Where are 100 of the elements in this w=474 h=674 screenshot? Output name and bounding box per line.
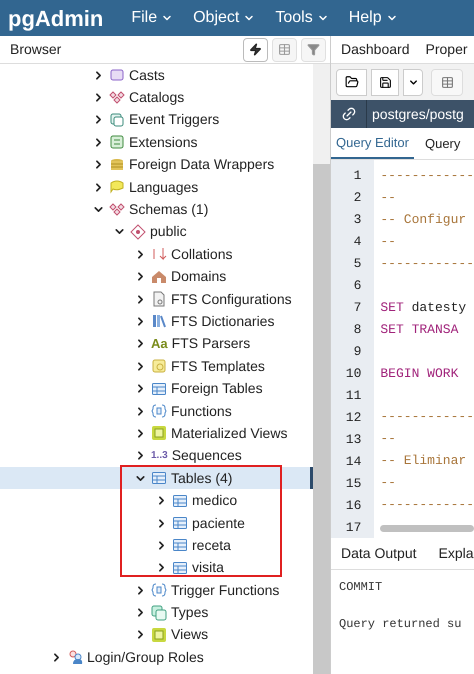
code-line: ------------: [380, 496, 474, 514]
output-message: Query returned su: [339, 616, 462, 633]
tree-item[interactable]: receta: [0, 534, 313, 557]
function-icon: [151, 582, 167, 598]
sort-icon: [151, 246, 167, 262]
stack-icon: [109, 156, 125, 173]
diamonds-icon: [109, 202, 125, 218]
tree-item[interactable]: public: [0, 220, 313, 244]
tab[interactable]: Expla: [438, 543, 474, 564]
line-number: 9: [354, 343, 362, 361]
tree-item[interactable]: 1..3 Sequences: [0, 444, 313, 468]
line-number: 3: [354, 211, 362, 229]
tree-item[interactable]: Materialized Views: [0, 422, 313, 445]
table-icon: [172, 515, 188, 531]
tree-item[interactable]: Catalogs: [0, 86, 313, 109]
table-icon: [172, 537, 188, 554]
dropdown-button[interactable]: [403, 68, 423, 96]
horizontal-scrollbar[interactable]: [380, 525, 474, 532]
tab[interactable]: Proper: [426, 39, 468, 60]
tab[interactable]: Query: [420, 128, 466, 159]
save-icon: [378, 76, 392, 88]
line-number: 1: [354, 167, 362, 185]
tree-item[interactable]: Views: [0, 624, 313, 646]
code-line: SET datesty: [380, 298, 466, 317]
panel-title: Browser: [10, 40, 62, 59]
tree-item[interactable]: Schemas (1): [0, 198, 313, 221]
line-number: 16: [346, 497, 362, 515]
tree-item[interactable]: Languages: [0, 176, 313, 198]
code-line: --: [380, 189, 396, 207]
tree-item[interactable]: Trigger Functions: [0, 578, 313, 602]
line-number: 12: [346, 409, 362, 427]
scrollbar[interactable]: [313, 64, 330, 674]
tree-item[interactable]: FTS Dictionaries: [0, 310, 313, 333]
tree-item[interactable]: Foreign Tables: [0, 377, 313, 400]
line-number: 4: [354, 233, 362, 251]
tab[interactable]: Dashboard: [341, 39, 410, 60]
squares-icon: [151, 604, 167, 621]
code-line: --: [380, 474, 396, 492]
open-file-button[interactable]: [336, 68, 367, 96]
tree-item[interactable]: Tables (4): [0, 467, 313, 490]
table-icon: [151, 380, 167, 397]
toolbar-button[interactable]: [243, 38, 268, 62]
line-number: 17: [346, 519, 362, 537]
tree-item[interactable]: Foreign Data Wrappers: [0, 154, 313, 176]
line-number: 11: [346, 387, 362, 405]
menu-button[interactable]: Help: [348, 6, 398, 30]
code-line: --: [380, 430, 396, 448]
parser-icon: Aa: [151, 337, 168, 350]
tree-item[interactable]: Types: [0, 601, 313, 624]
line-number: 2: [354, 189, 362, 207]
tree-item[interactable]: Functions: [0, 400, 313, 422]
code-line: SET TRANSA: [380, 320, 458, 339]
output-message: COMMIT: [339, 579, 382, 596]
tree-item[interactable]: medico: [0, 489, 313, 512]
tab[interactable]: Data Output: [341, 543, 416, 564]
line-number: 6: [354, 277, 362, 295]
line-number: 15: [346, 475, 362, 493]
menu-button[interactable]: Object: [193, 6, 256, 30]
code-line: -- Configur: [380, 211, 466, 229]
diamond-icon: [130, 224, 146, 240]
line-number: 13: [346, 431, 362, 449]
connection-label: postgres/postg: [371, 104, 464, 124]
tree-item[interactable]: Login/Group Roles: [0, 646, 313, 669]
books-icon: [151, 313, 167, 330]
tree-item[interactable]: visita: [0, 556, 313, 579]
tables-icon: [151, 470, 167, 486]
folder-icon: [344, 75, 358, 89]
tree-item[interactable]: Casts: [0, 64, 313, 86]
function-icon: [151, 403, 167, 420]
tree-item[interactable]: FTS Configurations: [0, 288, 313, 310]
tree-item[interactable]: FTS Templates: [0, 355, 313, 378]
save-button[interactable]: [371, 68, 399, 96]
line-number: 7: [354, 299, 362, 317]
users-icon: [67, 649, 83, 666]
line-number: 14: [346, 453, 362, 471]
menu-button[interactable]: File: [131, 6, 174, 30]
grid-icon: [278, 43, 291, 56]
house-icon: [151, 268, 167, 285]
tree-item[interactable]: Collations: [0, 243, 313, 266]
code-line: -- Eliminar: [380, 452, 466, 470]
tree-item[interactable]: Domains: [0, 266, 313, 288]
filter-icon: [307, 43, 320, 56]
tree-item[interactable]: Extensions: [0, 131, 313, 154]
code-line: ------------: [380, 408, 474, 426]
sequence-icon: 1..3: [151, 450, 168, 461]
code-line: --: [380, 233, 396, 251]
tree-item[interactable]: Event Triggers: [0, 108, 313, 132]
app-logo: pgAdmin: [8, 4, 104, 33]
table-icon: [172, 492, 188, 509]
code-line: BEGIN WORK: [380, 364, 458, 382]
tree-item[interactable]: Aa FTS Parsers: [0, 332, 313, 356]
line-number: 5: [354, 255, 362, 273]
speech-bubble-icon: [109, 179, 125, 196]
grid-button[interactable]: [431, 68, 463, 96]
code-line: ------------: [380, 255, 474, 273]
menu-button[interactable]: Tools: [275, 6, 329, 30]
line-number: 10: [346, 365, 362, 383]
tree-item[interactable]: paciente: [0, 512, 313, 534]
grid-icon: [440, 76, 454, 88]
line-number: 8: [354, 321, 362, 339]
